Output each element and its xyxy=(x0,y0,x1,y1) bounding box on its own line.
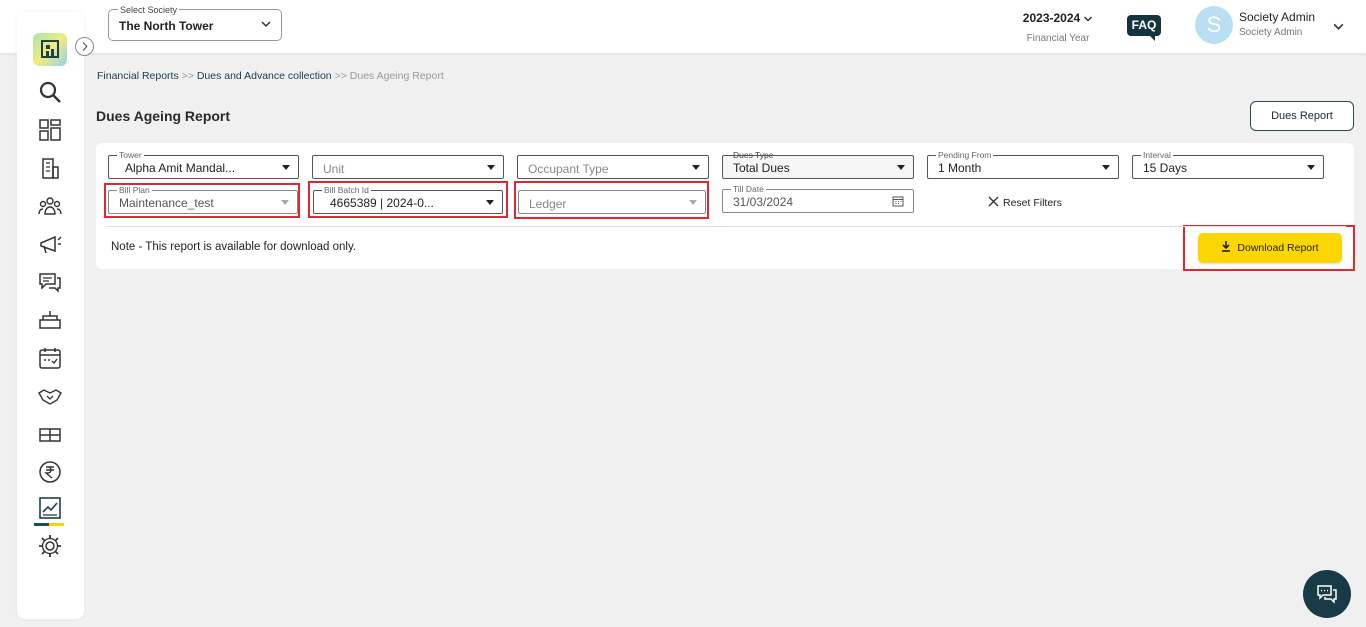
dues-type-select[interactable]: Dues Type Total Dues xyxy=(722,150,914,179)
search-icon[interactable] xyxy=(37,79,63,105)
report-note: Note - This report is available for down… xyxy=(111,241,357,253)
highlight-box xyxy=(308,181,508,218)
pending-from-value: 1 Month xyxy=(938,161,982,175)
chat-icon[interactable] xyxy=(37,269,63,295)
calendar-icon[interactable] xyxy=(892,195,904,207)
app-logo[interactable] xyxy=(33,33,67,66)
interval-label: Interval xyxy=(1141,150,1173,160)
till-date-field[interactable]: Till Date 31/03/2024 xyxy=(722,184,914,213)
user-menu-chevron-icon[interactable] xyxy=(1332,20,1345,33)
society-select[interactable]: Select Society The North Tower xyxy=(108,5,282,41)
sidebar xyxy=(17,12,94,619)
dues-type-value: Total Dues xyxy=(733,161,790,175)
reset-filters-button[interactable]: Reset Filters xyxy=(988,196,1062,209)
settings-icon[interactable] xyxy=(37,533,63,559)
tower-value: Alpha Amit Mandal... xyxy=(125,161,236,175)
reset-filters-label: Reset Filters xyxy=(1003,197,1062,209)
download-icon xyxy=(1222,241,1231,252)
tower-label: Tower xyxy=(117,150,144,160)
dues-report-button[interactable]: Dues Report xyxy=(1250,101,1354,131)
occupant-type-placeholder: Occupant Type xyxy=(528,162,609,176)
calendar-icon[interactable] xyxy=(37,345,63,371)
interval-value: 15 Days xyxy=(1143,161,1188,175)
facility-icon[interactable] xyxy=(37,307,63,333)
financial-year-label: Financial Year xyxy=(1026,33,1090,44)
faq-button[interactable]: FAQ xyxy=(1127,15,1161,41)
dropdown-caret-icon xyxy=(692,165,700,170)
highlight-box xyxy=(104,183,300,218)
dues-type-label: Dues Type xyxy=(733,150,774,160)
residents-icon[interactable] xyxy=(37,193,63,219)
top-header: Select Society The North Tower 2023-2024… xyxy=(0,0,1366,53)
parking-icon[interactable] xyxy=(37,421,63,447)
dashboard-icon[interactable] xyxy=(37,117,63,143)
society-select-label: Select Society xyxy=(118,5,180,15)
financial-year-value: 2023-2024 xyxy=(1022,11,1081,25)
dropdown-caret-icon xyxy=(282,165,290,170)
chevron-down-icon xyxy=(1084,16,1093,22)
highlight-box xyxy=(514,181,709,219)
support-chat-button[interactable] xyxy=(1303,570,1351,618)
till-date-value: 31/03/2024 xyxy=(733,195,794,209)
announcement-icon[interactable] xyxy=(37,231,63,257)
expand-sidebar-icon[interactable] xyxy=(75,37,94,56)
unit-select[interactable]: Unit xyxy=(312,155,504,179)
breadcrumb-current: Dues Ageing Report xyxy=(349,70,444,82)
user-name: Society Admin xyxy=(1239,10,1316,24)
download-report-label: Download Report xyxy=(1237,242,1319,254)
breadcrumb-financial-reports[interactable]: Financial Reports xyxy=(97,70,179,82)
tower-select[interactable]: Tower Alpha Amit Mandal... xyxy=(108,150,299,179)
building-icon[interactable] xyxy=(37,155,63,181)
divider xyxy=(106,226,1346,227)
dropdown-caret-icon xyxy=(1307,165,1315,170)
breadcrumb-separator: >> xyxy=(331,70,350,82)
rupee-icon[interactable] xyxy=(37,459,63,485)
financial-year-select[interactable]: 2023-2024 Financial Year xyxy=(1012,11,1104,44)
logo-mark-icon xyxy=(41,40,59,58)
occupant-type-select[interactable]: Occupant Type xyxy=(517,155,709,179)
society-select-value: The North Tower xyxy=(119,19,214,33)
pending-from-label: Pending From xyxy=(936,150,994,160)
breadcrumb-separator: >> xyxy=(178,70,197,82)
chat-support-icon xyxy=(1317,585,1337,604)
active-nav-indicator xyxy=(34,523,64,526)
pending-from-select[interactable]: Pending From 1 Month xyxy=(927,150,1119,179)
handshake-icon[interactable] xyxy=(37,383,63,409)
breadcrumb-dues-advance[interactable]: Dues and Advance collection xyxy=(197,70,332,82)
user-role: Society Admin xyxy=(1239,27,1303,38)
page-title: Dues Ageing Report xyxy=(96,108,231,124)
breadcrumb: Financial Reports >> Dues and Advance co… xyxy=(97,70,444,82)
avatar[interactable]: S xyxy=(1195,6,1233,44)
download-report-button[interactable]: Download Report xyxy=(1198,233,1342,263)
dropdown-caret-icon xyxy=(897,165,905,170)
dropdown-caret-icon xyxy=(1102,165,1110,170)
till-date-label: Till Date xyxy=(731,184,766,194)
reports-icon[interactable] xyxy=(37,495,63,521)
close-icon xyxy=(988,196,999,207)
dropdown-caret-icon xyxy=(487,165,495,170)
chevron-down-icon xyxy=(261,21,271,28)
interval-select[interactable]: Interval 15 Days xyxy=(1132,150,1324,179)
unit-placeholder: Unit xyxy=(323,162,345,176)
